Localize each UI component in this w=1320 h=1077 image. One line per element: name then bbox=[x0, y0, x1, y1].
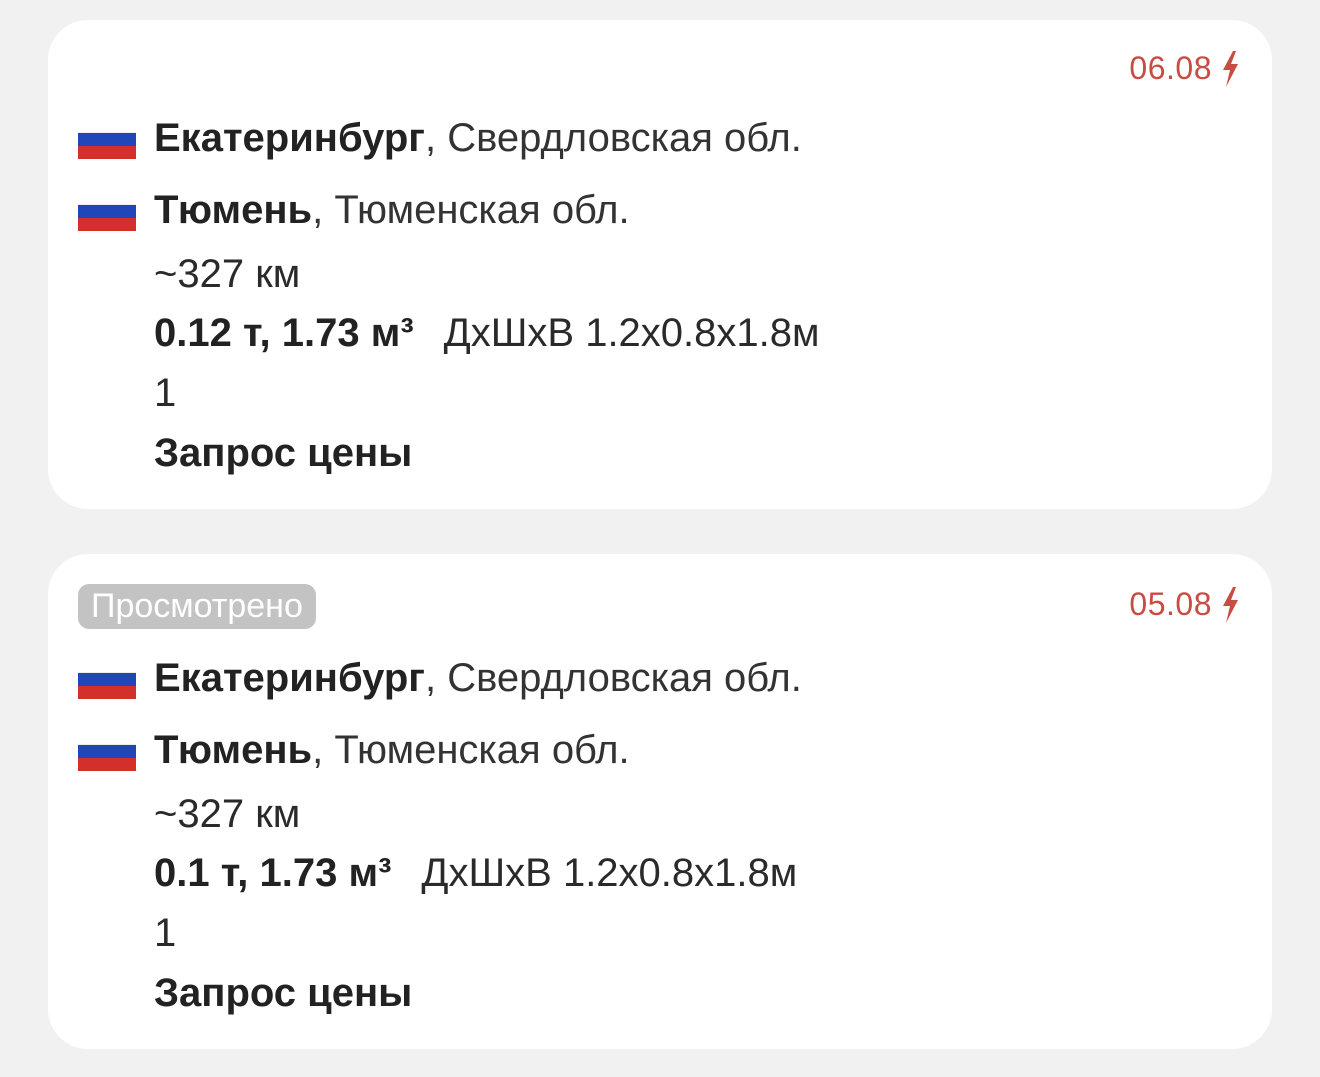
weight-volume: 0.1 т, 1.73 м³ bbox=[154, 851, 392, 895]
route-to: Тюмень, Тюменская обл. bbox=[78, 188, 630, 233]
to-city: Тюмень bbox=[154, 728, 313, 772]
distance: ~327 км bbox=[154, 252, 301, 296]
price-label: Запрос цены bbox=[154, 431, 413, 475]
dimensions: ДхШхВ 1.2x0.8x1.8м bbox=[443, 311, 820, 355]
to-city: Тюмень bbox=[154, 188, 313, 232]
date-label: 06.08 bbox=[1129, 50, 1240, 87]
route-from: Екатеринбург, Свердловская обл. bbox=[78, 656, 802, 701]
russia-flag-icon bbox=[78, 190, 136, 231]
to-region: , Тюменская обл. bbox=[312, 728, 630, 772]
route-to: Тюмень, Тюменская обл. bbox=[78, 728, 630, 773]
viewed-badge: Просмотрено bbox=[78, 584, 316, 629]
weight-volume: 0.12 т, 1.73 м³ bbox=[154, 311, 414, 355]
distance: ~327 км bbox=[154, 792, 301, 836]
date-label: 05.08 bbox=[1129, 586, 1240, 623]
to-region: , Тюменская обл. bbox=[312, 188, 630, 232]
cargo-card[interactable]: 06.08 Екатеринбург, Свердловская обл. Тю… bbox=[48, 20, 1272, 509]
dimensions: ДхШхВ 1.2x0.8x1.8м bbox=[421, 851, 798, 895]
date-text: 05.08 bbox=[1129, 586, 1212, 622]
russia-flag-icon bbox=[78, 730, 136, 771]
lightning-bolt-icon bbox=[1223, 586, 1238, 623]
russia-flag-icon bbox=[78, 658, 136, 699]
from-city: Екатеринбург bbox=[154, 116, 425, 160]
route-from: Екатеринбург, Свердловская обл. bbox=[78, 116, 802, 161]
cargo-card[interactable]: Просмотрено 05.08 Екатеринбург, Свердлов… bbox=[48, 554, 1272, 1049]
date-text: 06.08 bbox=[1129, 50, 1212, 86]
quantity: 1 bbox=[154, 911, 177, 955]
from-city: Екатеринбург bbox=[154, 656, 425, 700]
cargo-info: 0.12 т, 1.73 м³ ДхШхВ 1.2x0.8x1.8м bbox=[154, 311, 820, 356]
quantity: 1 bbox=[154, 371, 177, 415]
lightning-bolt-icon bbox=[1223, 50, 1238, 87]
from-region: , Свердловская обл. bbox=[424, 656, 802, 700]
cargo-info: 0.1 т, 1.73 м³ ДхШхВ 1.2x0.8x1.8м bbox=[154, 851, 797, 896]
price-label: Запрос цены bbox=[154, 971, 413, 1015]
russia-flag-icon bbox=[78, 118, 136, 159]
from-region: , Свердловская обл. bbox=[424, 116, 802, 160]
